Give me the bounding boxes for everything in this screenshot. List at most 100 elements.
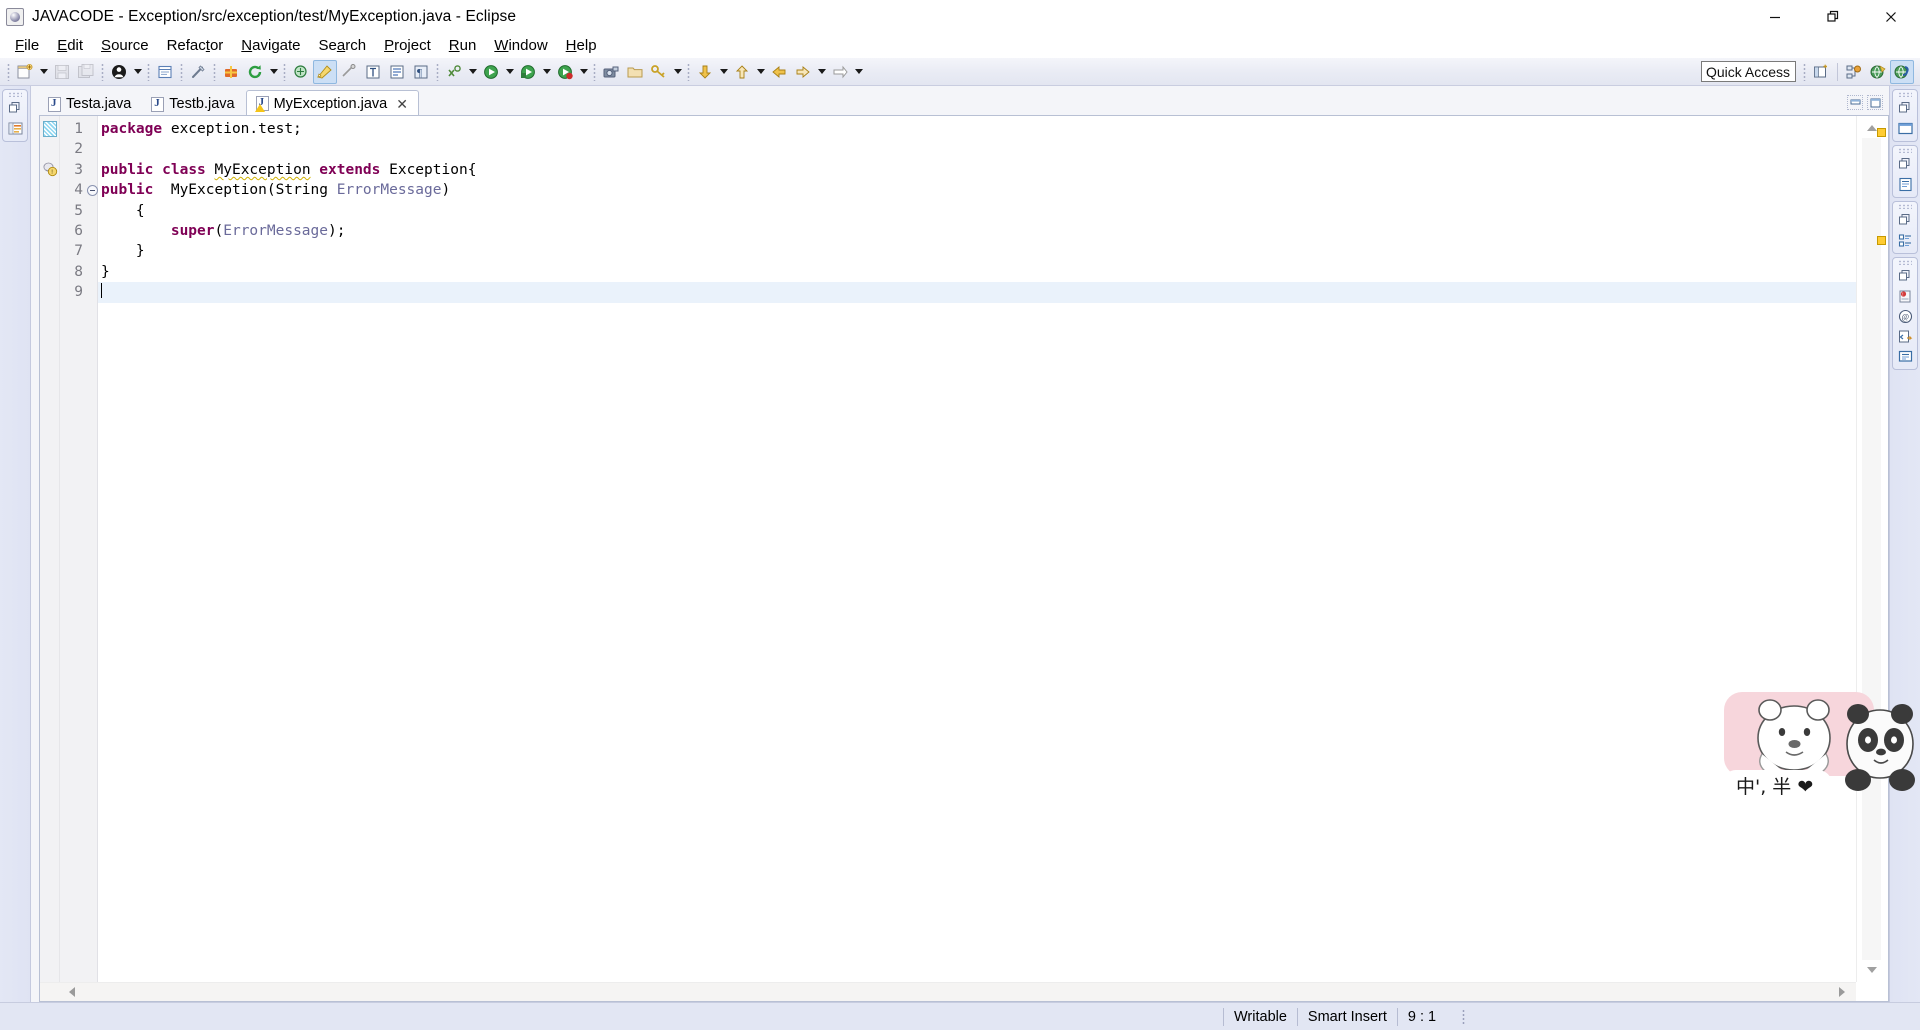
up-arrow-icon[interactable] [730,60,754,84]
menu-file[interactable]: File [6,35,48,57]
down-arrow-icon[interactable] [693,60,717,84]
new-wizard-icon[interactable] [13,60,37,84]
next-dropdown[interactable] [852,60,865,84]
breakpoint-hatch-marker[interactable] [43,121,57,137]
annotate-icon[interactable] [337,60,361,84]
next-annotation-icon[interactable] [828,60,852,84]
toolbar-grip-10[interactable] [1803,62,1806,81]
toolbar-grip-8[interactable] [593,62,596,81]
toolbar-grip-9[interactable] [687,62,690,81]
folder-icon[interactable] [623,60,647,84]
close-tab-icon[interactable]: ✕ [396,97,408,111]
scroll-down-arrow[interactable] [1863,962,1880,978]
toolbar-grip-6[interactable] [283,62,286,81]
back-icon[interactable] [767,60,791,84]
debug-perspective-icon[interactable] [1866,60,1890,84]
editor-tab-testb[interactable]: Testb.java [142,92,244,116]
format-icon[interactable] [385,60,409,84]
code-line[interactable]: } [98,262,1856,282]
open-perspective-icon[interactable] [1809,60,1833,84]
scroll-right-arrow[interactable] [1832,984,1852,1001]
warning-marker-second[interactable] [1877,236,1886,245]
search-dropdown[interactable] [466,60,479,84]
code-text[interactable]: package exception.test; public class MyE… [98,116,1856,982]
javadoc-view-icon[interactable] [1895,174,1916,194]
fold-toggle[interactable] [86,180,98,200]
block-comment-icon[interactable]: ¶ [409,60,433,84]
code-line[interactable]: public class MyException extends Excepti… [98,160,1856,180]
warning-bulb-marker[interactable]: ! [42,161,58,177]
menu-run[interactable]: Run [440,35,486,57]
code-line[interactable]: { [98,201,1856,221]
coverage-icon[interactable] [553,60,577,84]
stack-grip[interactable] [1898,148,1912,153]
forward-dropdown[interactable] [815,60,828,84]
fold-collapse-icon[interactable] [87,185,98,197]
minimize-editor-button[interactable] [1847,95,1863,110]
folding-gutter[interactable] [86,116,98,982]
restore-view-icon[interactable] [5,98,26,118]
toggle-mark-occurrences-icon[interactable] [107,60,131,84]
new-wizard-dropdown[interactable] [37,60,50,84]
stack-grip[interactable] [1898,92,1912,97]
debug-dropdown[interactable] [540,60,553,84]
maximize-editor-button[interactable] [1867,95,1883,110]
stack-grip[interactable] [1898,260,1912,265]
restore-view-icon[interactable] [1895,154,1916,174]
menu-navigate[interactable]: Navigate [232,35,309,57]
scroll-left-arrow[interactable] [62,984,82,1001]
menu-edit[interactable]: Edit [48,35,92,57]
toolbar-grip-4[interactable] [180,62,183,81]
toolbar-grip-2[interactable] [101,62,104,81]
console-view-icon[interactable] [1895,118,1916,138]
menu-refactor[interactable]: Refactor [158,35,233,57]
run-dropdown[interactable] [503,60,516,84]
link-icon[interactable] [186,60,210,84]
warning-marker-top[interactable] [1877,128,1886,137]
code-line[interactable] [98,282,1856,303]
java-perspective-icon[interactable] [313,59,337,84]
restore-view-icon[interactable] [1895,266,1916,286]
code-viewport[interactable]: ! 1 2 3 4 5 6 7 8 9 package exception.test; publ… [40,116,1856,982]
toolbar-grip-5[interactable] [213,62,216,81]
new-java-class-icon[interactable] [153,60,177,84]
code-line[interactable]: public MyException(String ErrorMessage) [98,180,1856,200]
menu-window[interactable]: Window [485,35,556,57]
minimize-button[interactable] [1746,0,1804,33]
status-resize-grip[interactable] [1462,1008,1466,1025]
key-icon[interactable] [647,60,671,84]
editor-tab-testa[interactable]: Testa.java [39,92,141,116]
declaration-view-icon[interactable] [1895,326,1916,346]
team-sync-perspective-icon[interactable] [1842,60,1866,84]
menu-search[interactable]: Search [310,35,376,57]
code-line[interactable]: package exception.test; [98,119,1856,139]
stack-grip[interactable] [1898,204,1912,209]
refresh-dropdown[interactable] [267,60,280,84]
vertical-scroll-track[interactable] [1862,138,1881,960]
toggle-mark-occurrences-dropdown[interactable] [131,60,144,84]
marker-gutter[interactable]: ! [40,116,60,982]
debug-icon[interactable] [516,60,540,84]
stack-grip[interactable] [8,92,22,97]
editor-tab-myexception[interactable]: MyException.java ✕ [245,90,419,116]
restore-view-icon[interactable] [1895,98,1916,118]
menu-help[interactable]: Help [557,35,606,57]
horizontal-scrollbar[interactable] [40,982,1856,1001]
menu-source[interactable]: Source [92,35,158,57]
code-line[interactable]: super(ErrorMessage); [98,221,1856,241]
toolbar-grip-3[interactable] [147,62,150,81]
outline-view-icon[interactable] [1895,230,1916,250]
forward-icon[interactable] [791,60,815,84]
toolbar-grip-7[interactable] [436,62,439,81]
javadoc-at-icon[interactable]: @ [1895,306,1916,326]
refresh-icon[interactable] [243,60,267,84]
search-icon[interactable] [442,60,466,84]
code-line[interactable]: } [98,241,1856,261]
restore-button[interactable] [1804,0,1862,33]
restore-view-icon[interactable] [1895,210,1916,230]
show-whitespace-icon[interactable] [361,60,385,84]
menu-project[interactable]: Project [375,35,440,57]
key-dropdown[interactable] [671,60,684,84]
close-button[interactable] [1862,0,1920,33]
run-icon[interactable] [479,60,503,84]
